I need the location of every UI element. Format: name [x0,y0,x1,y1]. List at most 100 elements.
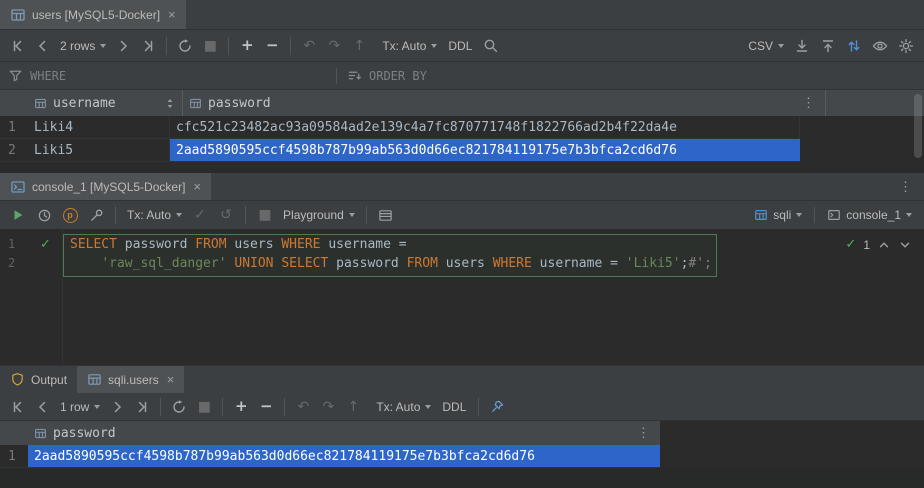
result-row-1[interactable]: 1 2aad5890595ccf4598b787b99ab563d0d66ec8… [0,445,660,468]
run-button[interactable] [6,204,30,226]
sort-lines-icon [347,68,362,83]
vertical-scrollbar[interactable] [914,94,922,158]
column-header-password[interactable]: password ⋮ [28,421,660,445]
submit-button[interactable]: ↑ [341,396,365,418]
tab-output[interactable]: Output [0,366,77,393]
reload-button[interactable] [167,396,191,418]
line-number: 1 [8,235,26,254]
compare-button[interactable] [842,35,866,57]
row-1[interactable]: 1 Liki4 cfc521c23482ac93a09584ad2e139c4a… [0,116,800,139]
cell-username[interactable]: Liki5 [28,139,170,161]
more-options-kebab[interactable]: ⋮ [895,179,916,195]
column-options-kebab[interactable]: ⋮ [798,96,819,111]
stop-button[interactable]: ■ [253,204,277,226]
chevron-down-icon [100,44,106,48]
sql-token: FROM [195,237,226,252]
ddl-button[interactable]: DDL [442,35,478,57]
output-layout-button[interactable] [374,204,398,226]
chevron-down-icon[interactable] [898,238,912,252]
page-size-dropdown[interactable]: 1 row [56,396,104,418]
arrow-up-icon: ↑ [347,400,359,414]
export-data-button[interactable] [790,35,814,57]
add-row-button[interactable]: + [235,35,259,57]
column-options-kebab[interactable]: ⋮ [633,426,654,441]
first-page-button[interactable] [6,396,30,418]
first-page-button[interactable] [6,35,30,57]
column-header-username[interactable]: username [28,90,183,116]
sql-editor[interactable]: 1 2 ✓ SELECT password FROM users WHERE u… [0,229,924,365]
output-shield-icon [10,372,25,387]
stop-button[interactable]: ■ [192,396,216,418]
playground-dropdown[interactable]: Playground [279,204,359,226]
profiler-button[interactable]: p [58,204,82,226]
tab-users-table[interactable]: users [MySQL5-Docker] × [0,0,186,29]
cell-password-selected[interactable]: 2aad5890595ccf4598b787b99ab563d0d66ec821… [28,445,660,467]
cell-password-selected[interactable]: 2aad5890595ccf4598b787b99ab563d0d66ec821… [170,139,800,161]
cell-username[interactable]: Liki4 [28,116,170,138]
delete-row-button[interactable]: − [254,396,278,418]
revert-button[interactable]: ↶ [297,35,321,57]
close-icon[interactable]: × [193,180,201,193]
close-icon[interactable]: × [167,373,175,386]
next-page-button[interactable] [111,35,135,57]
close-icon[interactable]: × [168,8,176,21]
previous-page-button[interactable] [31,35,55,57]
sql-token: password [328,256,406,271]
search-button[interactable] [479,35,503,57]
gear-icon [898,38,914,54]
next-page-button[interactable] [105,396,129,418]
row-2[interactable]: 2 Liki5 2aad5890595ccf4598b787b99ab563d0… [0,139,800,162]
redo-button[interactable]: ↷ [316,396,340,418]
previous-page-button[interactable] [31,396,55,418]
column-label: password [53,426,116,441]
last-page-button[interactable] [130,396,154,418]
console-session-dropdown[interactable]: console_1 [823,204,916,226]
pin-tab-button[interactable] [485,396,509,418]
sql-line-2[interactable]: 'raw_sql_danger' UNION SELECT password F… [70,254,712,273]
csv-label: CSV [748,39,773,53]
add-row-button[interactable]: + [229,396,253,418]
page-size-dropdown[interactable]: 2 rows [56,35,110,57]
arrow-up-icon: ↑ [353,39,365,53]
tx-mode-dropdown[interactable]: Tx: Auto [372,396,435,418]
configure-button[interactable] [84,204,108,226]
sql-token: = [610,256,626,271]
import-data-button[interactable] [816,35,840,57]
sql-line-1[interactable]: SELECT password FROM users WHERE usernam… [70,235,407,254]
delete-row-button[interactable]: − [260,35,284,57]
history-button[interactable] [32,204,56,226]
ddl-button[interactable]: DDL [436,396,472,418]
tx-mode-dropdown[interactable]: Tx: Auto [123,204,186,226]
column-header-password[interactable]: password ⋮ [183,90,826,116]
database-dropdown[interactable]: sqli [750,204,806,226]
tab-console-1[interactable]: console_1 [MySQL5-Docker] × [0,173,211,200]
submit-button[interactable]: ↑ [347,35,371,57]
order-by-input[interactable]: ORDER BY [343,68,427,83]
revert-button[interactable]: ↶ [291,396,315,418]
tab-label: Output [31,373,67,387]
settings-button[interactable] [894,35,918,57]
chevron-down-icon [425,405,431,409]
sort-toggle-icon[interactable] [164,97,176,110]
page-size-label: 2 rows [60,39,95,53]
last-page-button[interactable] [136,35,160,57]
export-format-dropdown[interactable]: CSV [744,35,788,57]
cell-password[interactable]: cfc521c23482ac93a09584ad2e139c4a7fc87077… [170,116,800,138]
tx-mode-label: Tx: Auto [376,400,420,414]
console-tab-bar: console_1 [MySQL5-Docker] × ⋮ [0,173,924,201]
tab-sqli-users[interactable]: sqli.users × [77,366,184,393]
divider [115,206,116,224]
chevron-left-icon [35,399,51,415]
preview-button[interactable] [868,35,892,57]
console-icon [827,208,841,222]
chevron-right-icon [109,399,125,415]
reload-button[interactable] [173,35,197,57]
redo-button[interactable]: ↷ [322,35,346,57]
stop-button[interactable]: ■ [198,35,222,57]
refresh-icon [177,38,193,54]
tx-mode-dropdown[interactable]: Tx: Auto [378,35,441,57]
where-filter-input[interactable]: WHERE [0,68,330,83]
chevron-up-icon[interactable] [877,238,891,252]
rollback-button[interactable]: ↺ [214,204,238,226]
commit-button[interactable]: ✓ [188,204,212,226]
